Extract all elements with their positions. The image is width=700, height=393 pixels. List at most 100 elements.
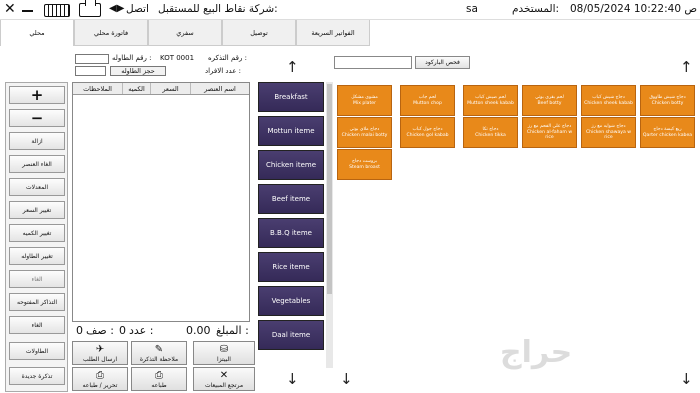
send-order-label: ارسال الطلب: [83, 356, 117, 363]
close-icon[interactable]: ✕: [4, 1, 16, 17]
edit-print-button[interactable]: ⎙ تحرير / طباعه: [72, 367, 128, 391]
category-list: Breakfast Mottun iteme Chicken iteme Bee…: [258, 82, 325, 368]
column-item-name: اسم العنصر: [204, 84, 236, 93]
category-chicken[interactable]: Chicken iteme: [258, 150, 324, 180]
item-name-en: Chicken sheek kabab: [584, 100, 633, 106]
menu-item[interactable]: دجاج ملاي بوتي Chicken malai botty: [337, 117, 392, 148]
item-name-en: Chicken shawaya w rice: [585, 129, 632, 141]
category-vegetables[interactable]: Vegetables: [258, 286, 324, 316]
menu-item[interactable]: مشوي مشكل Mix plater: [337, 85, 392, 116]
open-tickets-button[interactable]: التذاكر المفتوحه: [9, 293, 65, 311]
item-name-en: Chicken gol kabab: [406, 132, 449, 138]
category-rice[interactable]: Rice iteme: [258, 252, 324, 282]
printer-edit-icon: ⎙: [96, 370, 104, 381]
count-label: عدد :: [129, 324, 154, 337]
change-price-button[interactable]: تغيير السعر: [9, 201, 65, 219]
pizza-button[interactable]: ⛁ البيتزا: [193, 341, 255, 365]
title-bar: ✕ ◀▶ اتصل شركة نقاط البيع للمستقبل: sa ا…: [0, 0, 700, 20]
items-scroll-down-icon[interactable]: ↓: [680, 372, 693, 387]
category-daal[interactable]: Daal iteme: [258, 320, 324, 350]
table-number-label: رقم الطاوله :: [112, 54, 152, 62]
cancel-ticket-button[interactable]: الغاء: [9, 316, 65, 334]
send-order-button[interactable]: ✈ ارسال الطلب: [72, 341, 128, 365]
category-beef[interactable]: Beef iteme: [258, 184, 324, 214]
column-quantity: الكميه: [123, 83, 151, 94]
ticket-note-label: ملاحظة التذكرة: [139, 356, 179, 363]
watermark: حراج: [500, 335, 573, 370]
row-value: 0: [76, 324, 83, 337]
ticket-number-value: KOT 0001: [160, 54, 195, 62]
scrollbar-thumb[interactable]: [327, 84, 332, 294]
print-button[interactable]: ⎙ طباعه: [131, 367, 187, 391]
menu-item[interactable]: دجاج على الفحم مع رز Chicken al-faham w r…: [522, 117, 577, 148]
amount-label: المبلغ :: [216, 324, 249, 337]
menu-item[interactable]: لحم ضيش كباب Mutton sheek kabab: [463, 85, 518, 116]
change-table-button[interactable]: تغيير الطاوله: [9, 247, 65, 265]
ticket-number-label: رقم التذكره :: [208, 54, 247, 62]
order-items-grid[interactable]: الملاحظات الكميه السعر اسم العنصر: [72, 82, 250, 322]
tables-button[interactable]: الطاولات: [9, 342, 65, 360]
void-item-button[interactable]: الغاء العنصر: [9, 155, 65, 173]
items-scroll-down-left-icon[interactable]: ↓: [340, 372, 353, 387]
category-scrollbar[interactable]: [326, 82, 333, 368]
decrease-button[interactable]: −: [9, 109, 65, 127]
category-breakfast[interactable]: Breakfast: [258, 82, 324, 112]
item-name-en: Chicken tikka: [475, 132, 506, 138]
grid-header: الملاحظات الكميه السعر اسم العنصر: [73, 83, 249, 95]
ticket-note-button[interactable]: ✎ ملاحظة التذكرة: [131, 341, 187, 365]
category-scroll-up-icon[interactable]: ↑: [286, 60, 299, 75]
item-name-en: Steam broast: [349, 164, 380, 170]
barcode-check-button[interactable]: فحص الباركود: [415, 56, 470, 69]
tab-local-invoice[interactable]: فاتورة محلي: [74, 20, 148, 46]
column-notes: الملاحظات: [73, 83, 123, 94]
pizza-label: البيتزا: [217, 356, 231, 363]
search-input[interactable]: [334, 56, 412, 69]
change-quantity-button[interactable]: تغيير الكميه: [9, 224, 65, 242]
new-ticket-button[interactable]: تذكرة جديدة: [9, 367, 65, 385]
persons-field[interactable]: [75, 66, 106, 76]
item-name-en: Qarter chicken kabea: [642, 132, 693, 138]
tab-takeaway[interactable]: سفري: [148, 20, 222, 46]
items-scroll-up-icon[interactable]: ↑: [680, 60, 693, 75]
user-label: المستخدم:: [512, 3, 560, 15]
remove-button[interactable]: ازالة: [9, 132, 65, 150]
menu-item[interactable]: لحم جاب Mutton chop: [400, 85, 455, 116]
cancel-button[interactable]: الغاء: [9, 270, 65, 288]
keyboard-icon[interactable]: [44, 4, 70, 17]
persons-label: عدد الافراد :: [205, 67, 241, 75]
increase-button[interactable]: +: [9, 86, 65, 104]
menu-item[interactable]: دجاج شوايه مع رز Chicken shawaya w rice: [581, 117, 636, 148]
order-type-tabs: محلي فاتورة محلي سفري توصيل الفواتير الس…: [0, 20, 370, 46]
sales-return-button[interactable]: ✕ مرتجع المبيعات: [193, 367, 255, 391]
menu-item[interactable]: دجاج شيش كباب Chicken sheek kabab: [581, 85, 636, 116]
company-name: شركة نقاط البيع للمستقبل:: [158, 3, 278, 15]
printer-icon[interactable]: [79, 0, 101, 17]
menu-item[interactable]: دجاج شيش طاووق Chicken botty: [640, 85, 695, 116]
print-icon: ⎙: [155, 370, 163, 381]
reserve-table-button[interactable]: حجز الطاوله: [110, 66, 166, 76]
menu-item[interactable]: ربع كيسة دجاج Qarter chicken kabea: [640, 117, 695, 148]
modifiers-button[interactable]: المعدلات: [9, 178, 65, 196]
item-name-en: Mutton chop: [413, 100, 442, 106]
amount-value: 0.00: [186, 324, 211, 337]
tab-local[interactable]: محلي: [0, 20, 74, 46]
user-value: sa: [466, 3, 478, 15]
category-mutton[interactable]: Mottun iteme: [258, 116, 324, 146]
item-name-en: Beef botty: [537, 100, 562, 106]
item-name-en: Chicken malai botty: [341, 132, 388, 138]
pos-window: ✕ ◀▶ اتصل شركة نقاط البيع للمستقبل: sa ا…: [0, 0, 700, 393]
tab-quick-invoices[interactable]: الفواتير السريعة: [296, 20, 370, 46]
tab-delivery[interactable]: توصيل: [222, 20, 296, 46]
connection-arrows-icon: ◀▶: [109, 3, 125, 14]
minimize-icon[interactable]: [22, 10, 33, 12]
menu-item[interactable]: لحم بقري بوتي Beef botty: [522, 85, 577, 116]
menu-item[interactable]: بروست دجاج Steam broast: [337, 149, 392, 180]
note-icon: ✎: [154, 344, 164, 355]
category-bbq[interactable]: B.B.Q iteme: [258, 218, 324, 248]
print-label: طباعه: [151, 382, 167, 389]
table-number-field[interactable]: [75, 54, 109, 64]
menu-item[interactable]: دجاج تكا Chicken tikka: [463, 117, 518, 148]
menu-item[interactable]: دجاج جول كباب Chicken gol kabab: [400, 117, 455, 148]
category-scroll-down-icon[interactable]: ↓: [286, 372, 299, 387]
sales-return-label: مرتجع المبيعات: [204, 382, 244, 389]
